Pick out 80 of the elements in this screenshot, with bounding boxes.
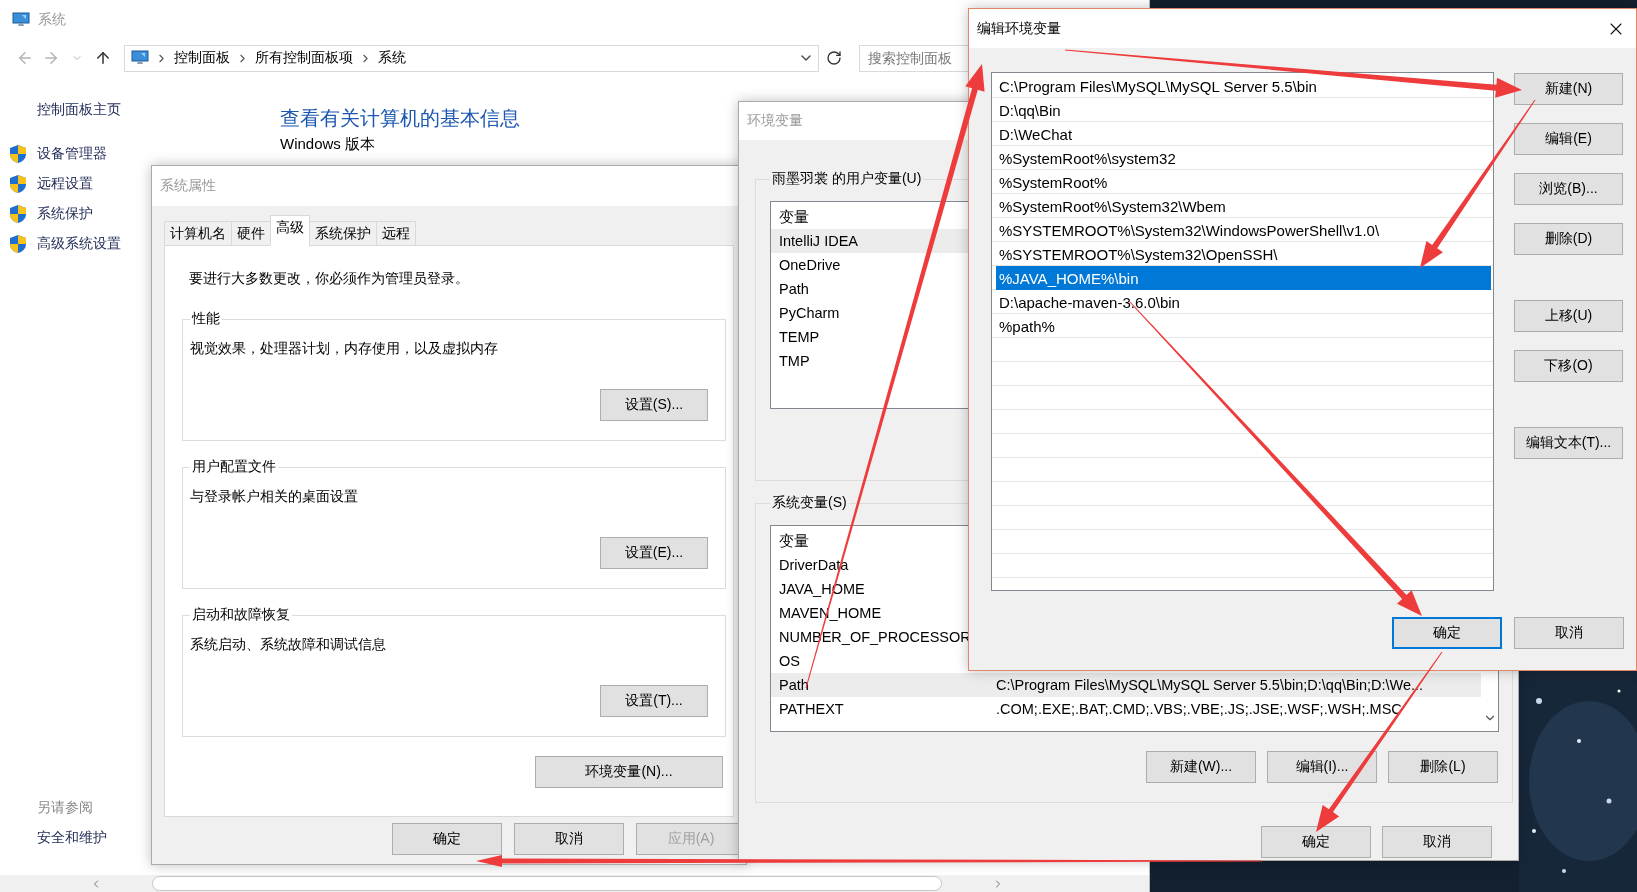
see-also-label: 另请参阅 [37, 798, 94, 817]
notice-text: 要进行大多数更改，你必须作为管理员登录。 [189, 269, 470, 288]
tab[interactable]: 高级 [270, 215, 310, 246]
group-title: 用户配置文件 [191, 458, 277, 476]
shield-icon [9, 234, 27, 254]
scrollbar-thumb[interactable] [152, 876, 942, 891]
sidebar-link[interactable]: 控制面板主页 [0, 98, 150, 120]
path-entry[interactable]: %SYSTEMROOT%\System32\OpenSSH\ [996, 242, 1491, 266]
environment-variables-button[interactable]: 环境变量(N)... [535, 756, 723, 788]
address-bar[interactable]: 控制面板 所有控制面板项 系统 [124, 44, 819, 72]
up-icon[interactable] [94, 49, 112, 67]
window-title: 系统属性 [160, 177, 216, 195]
settings-button[interactable]: 设置(E)... [600, 537, 708, 569]
sidebar-item[interactable]: 高级系统设置 [0, 229, 150, 259]
settings-button[interactable]: 设置(T)... [600, 685, 708, 717]
group-title: 系统变量(S) [771, 494, 848, 512]
sidebar-link[interactable]: 安全和维护 [37, 827, 150, 847]
dialog-button[interactable]: 浏览(B)... [1514, 173, 1623, 205]
group-title: 启动和故障恢复 [191, 606, 291, 624]
dialog-button[interactable]: 确定 [392, 823, 502, 855]
dialog-button[interactable]: 新建(W)... [1146, 751, 1256, 783]
dialog-button[interactable]: 编辑(E) [1514, 123, 1623, 155]
column-header: 变量 [779, 207, 810, 227]
dialog-button[interactable]: 下移(O) [1514, 350, 1623, 382]
variable-name: OS [779, 653, 801, 669]
computer-icon [12, 12, 30, 28]
dialog-button[interactable]: 编辑文本(T)... [1514, 427, 1623, 459]
tab[interactable]: 远程 [376, 221, 416, 246]
tab[interactable]: 计算机名 [164, 221, 232, 246]
variable-row[interactable]: PATHEXT .COM;.EXE;.BAT;.CMD;.VBS;.VBE;.JS;.JSE;.WSF;.WSH;.MSC [771, 697, 1481, 721]
path-entry[interactable]: D:\WeChat [996, 122, 1491, 146]
sidebar-item[interactable]: 设备管理器 [0, 139, 150, 169]
settings-button[interactable]: 设置(S)... [600, 389, 708, 421]
shield-icon [9, 144, 27, 164]
dialog-button[interactable]: 取消 [514, 823, 624, 855]
path-entry[interactable]: %SystemRoot%\System32\Wbem [996, 194, 1491, 218]
path-entry[interactable]: %SYSTEMROOT%\System32\WindowsPowerShell\v1.0\ [996, 218, 1491, 242]
computer-icon [131, 50, 149, 66]
window-title: 环境变量 [747, 112, 803, 130]
path-entry[interactable]: %SystemRoot% [996, 170, 1491, 194]
dialog-button[interactable]: 编辑(I)... [1267, 751, 1377, 783]
dialog-button[interactable]: 上移(U) [1514, 300, 1623, 332]
dialog-button[interactable]: 删除(D) [1514, 223, 1623, 255]
dialog-button[interactable]: 取消 [1514, 617, 1624, 649]
dialog-button[interactable]: 取消 [1382, 826, 1492, 858]
tab[interactable]: 系统保护 [309, 221, 377, 246]
refresh-icon[interactable] [826, 50, 842, 66]
dialog-button[interactable]: 确定 [1261, 826, 1371, 858]
dialog-button[interactable]: 删除(L) [1388, 751, 1498, 783]
variable-name: PATHEXT [779, 701, 845, 717]
column-header: 变量 [779, 531, 810, 551]
window-title: 编辑环境变量 [977, 19, 1061, 38]
path-entry[interactable]: C:\Program Files\MySQL\MySQL Server 5.5\bin [996, 74, 1491, 98]
section-title: Windows 版本 [280, 135, 377, 153]
window-title: 系统 [38, 11, 66, 29]
back-icon[interactable] [16, 49, 34, 67]
path-entry[interactable]: %path% [996, 314, 1491, 338]
breadcrumb-item[interactable]: 控制面板 [174, 49, 230, 67]
dialog-button[interactable]: 新建(N) [1514, 73, 1623, 105]
shield-icon [9, 174, 27, 194]
path-entry[interactable]: D:\apache-maven-3.6.0\bin [996, 290, 1491, 314]
variable-value: .COM;.EXE;.BAT;.CMD;.VBS;.VBE;.JS;.JSE;.WSF;.WSH;.MSC [996, 701, 1402, 717]
forward-icon[interactable] [42, 49, 60, 67]
breadcrumb-item[interactable]: 所有控制面板项 [255, 49, 353, 67]
path-entry[interactable]: D:\qq\Bin [996, 98, 1491, 122]
group-description: 与登录帐户相关的桌面设置 [190, 487, 359, 506]
breadcrumb-item[interactable]: 系统 [378, 49, 406, 67]
group-description: 系统启动、系统故障和调试信息 [190, 635, 387, 654]
group-description: 视觉效果，处理器计划，内存使用，以及虚拟内存 [190, 339, 499, 358]
variable-name: Path [779, 677, 810, 693]
group-title: 雨墨羽裳 的用户变量(U) [771, 170, 923, 188]
group-title: 性能 [190, 310, 221, 328]
dialog-button[interactable]: 确定 [1392, 617, 1502, 649]
horizontal-scrollbar[interactable] [0, 875, 1149, 892]
sidebar-item[interactable]: 远程设置 [0, 169, 150, 199]
path-entry[interactable]: %SystemRoot%\system32 [996, 146, 1491, 170]
sidebar-item[interactable]: 系统保护 [0, 199, 150, 229]
page-heading: 查看有关计算机的基本信息 [280, 106, 520, 131]
shield-icon [9, 204, 27, 224]
path-entry[interactable]: %JAVA_HOME%\bin [996, 266, 1491, 290]
